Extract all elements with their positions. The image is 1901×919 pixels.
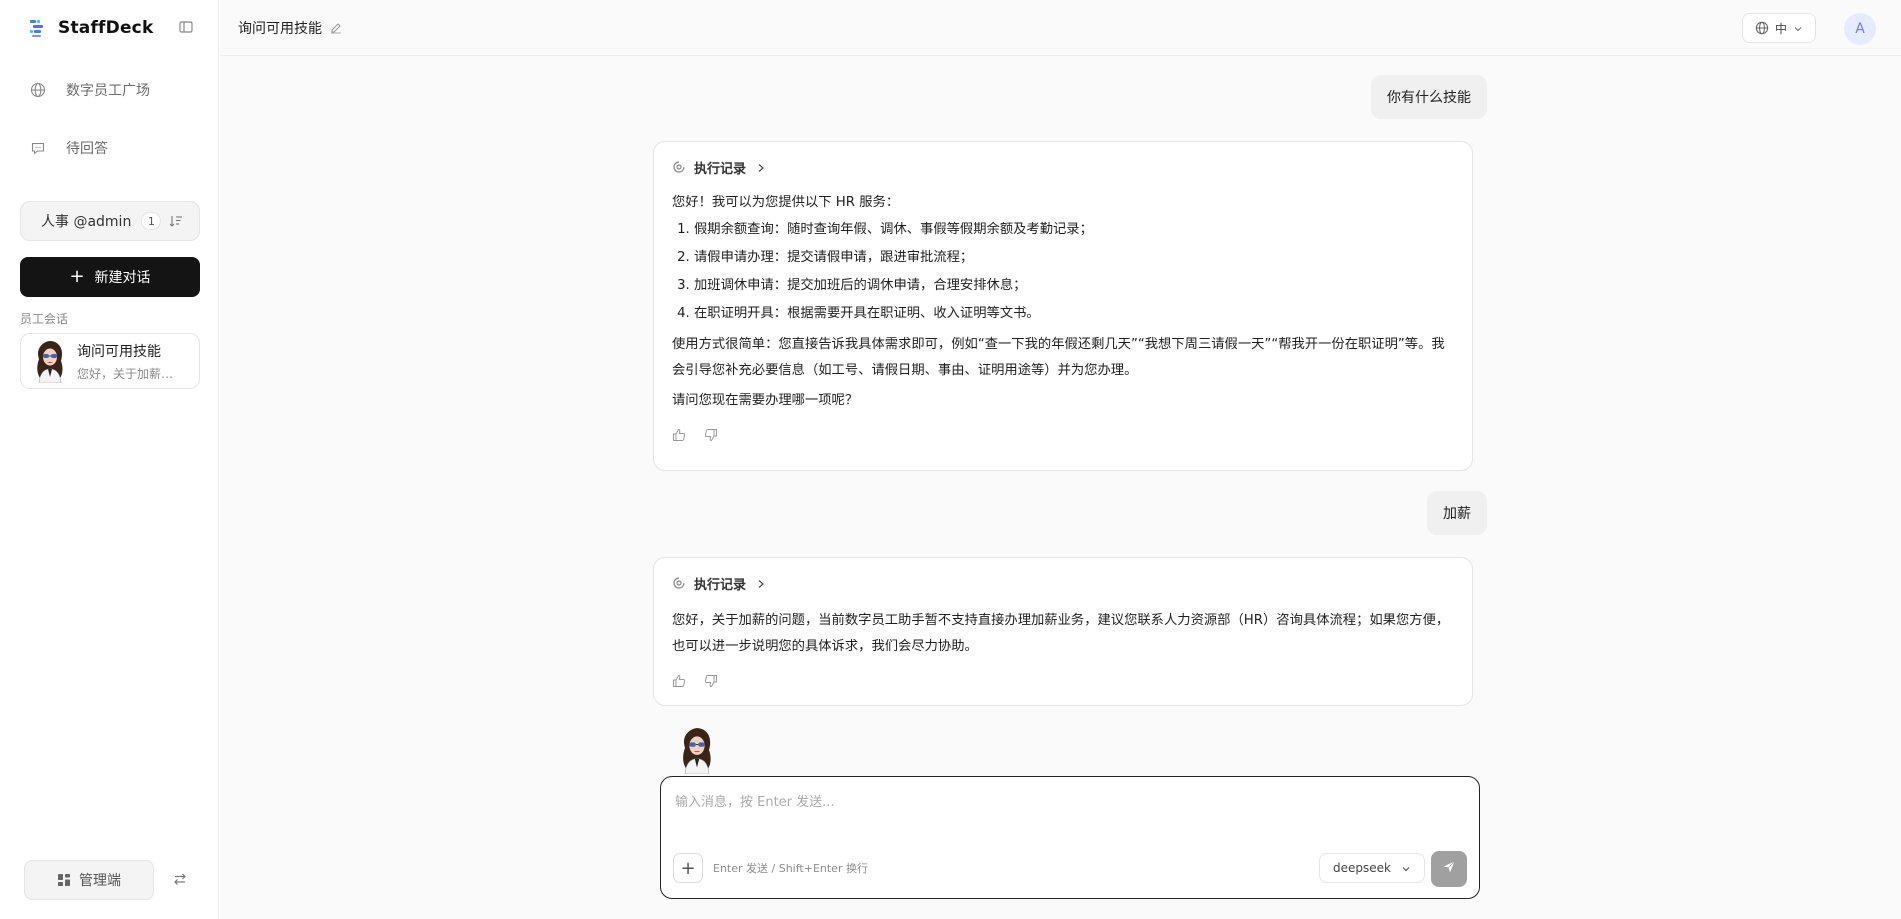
workspace-count-badge: 1 [141, 212, 162, 230]
message-paragraph: 请问您现在需要办理哪一项呢？ [672, 393, 859, 408]
session-title: 询问可用技能 [77, 343, 161, 360]
chat-title: 询问可用技能 [238, 21, 322, 37]
service-list: 假期余额查询：随时查询年假、调休、事假等假期余额及考勤记录； 请假申请办理：提交… [694, 216, 1454, 328]
plus-icon: + [69, 266, 85, 287]
message-input[interactable] [675, 791, 1465, 831]
model-label: deepseek [1333, 861, 1391, 875]
workspace-selector[interactable]: 人事 @admin 1 [20, 201, 200, 241]
app-name: StaffDeck [58, 18, 154, 38]
assistant-message: 执行记录 您好！我可以为您提供以下 HR 服务： 假期余额查询：随时查询年假、调… [653, 141, 1473, 471]
input-hint: Enter 发送 / Shift+Enter 换行 [713, 862, 868, 875]
thumbs-up-icon[interactable] [672, 428, 686, 442]
language-label: 中 [1774, 21, 1787, 36]
plus-icon: + [680, 857, 696, 879]
chevron-down-icon [1793, 23, 1803, 33]
message-paragraph: 您好！我可以为您提供以下 HR 服务： [672, 195, 900, 210]
message-paragraph: 使用方式很简单：您直接告诉我具体需求即可，例如“查一下我的年假还剩几天”“我想下… [672, 337, 1445, 378]
execution-log-label: 执行记录 [694, 577, 747, 593]
brand[interactable]: StaffDeck [28, 16, 153, 40]
sidebar-item-label: 数字员工广场 [66, 83, 150, 99]
sidebar-item-employee-plaza[interactable]: 数字员工广场 [30, 76, 150, 104]
message-composer: + Enter 发送 / Shift+Enter 换行 deepseek [660, 776, 1480, 899]
language-selector[interactable]: 中 [1742, 13, 1816, 43]
thumbs-up-icon[interactable] [672, 674, 686, 688]
switch-arrows-icon[interactable] [172, 871, 188, 887]
thumbs-down-icon[interactable] [704, 674, 718, 688]
assistant-message: 执行记录 您好，关于加薪的问题，当前数字员工助手暂不支持直接办理加薪业务，建议您… [653, 557, 1473, 706]
model-selector[interactable]: deepseek [1319, 853, 1425, 883]
process-icon [672, 576, 686, 590]
chevron-right-icon [756, 578, 766, 588]
admin-console-label: 管理端 [79, 873, 121, 889]
attach-button[interactable]: + [673, 853, 703, 883]
sidebar: StaffDeck 数字员工广场 待回答 人事 @admin 1 + 新建对话 … [0, 0, 219, 919]
chevron-right-icon [756, 162, 766, 172]
session-item[interactable]: 询问可用技能 您好，关于加薪的问题，当前数字员工助手暂不支持直接办理加薪业务 [20, 333, 200, 389]
execution-log-toggle[interactable]: 执行记录 [672, 572, 782, 594]
process-icon [672, 160, 686, 174]
globe-icon [30, 82, 46, 98]
message-paragraph: 您好，关于加薪的问题，当前数字员工助手暂不支持直接办理加薪业务，建议您联系人力资… [672, 613, 1450, 654]
topbar: 询问可用技能 中 A [220, 0, 1901, 56]
send-button[interactable] [1431, 851, 1467, 887]
chat-main: 询问可用技能 中 A 你有什么技能 执行记录 您好！我可以为您提供以下 HR 服… [220, 0, 1901, 919]
thumbs-down-icon[interactable] [704, 428, 718, 442]
chevron-down-icon [1401, 863, 1411, 873]
admin-console-button[interactable]: 管理端 [24, 860, 154, 900]
sort-icon[interactable] [169, 214, 183, 228]
list-item: 加班调休申请：提交加班后的调休申请，合理安排休息； [694, 272, 1454, 300]
sidebar-item-pending-answers[interactable]: 待回答 [30, 134, 108, 162]
sidebar-item-label: 待回答 [66, 141, 108, 157]
new-chat-button[interactable]: + 新建对话 [20, 257, 200, 297]
user-message: 你有什么技能 [1371, 75, 1487, 119]
user-avatar[interactable]: A [1844, 13, 1876, 45]
chat-bubble-icon [30, 140, 46, 156]
send-icon [1442, 860, 1456, 878]
section-label-employee-sessions: 员工会话 [20, 312, 69, 326]
globe-icon [1755, 21, 1769, 35]
staffdeck-logo-icon [28, 18, 48, 38]
agent-avatar [675, 726, 719, 775]
user-message: 加薪 [1427, 491, 1487, 535]
execution-log-toggle[interactable]: 执行记录 [672, 156, 782, 178]
edit-icon[interactable] [330, 22, 342, 34]
session-preview: 您好，关于加薪的问题，当前数字员工助手暂不支持直接办理加薪业务 [77, 366, 185, 381]
workspace-label: 人事 @admin [41, 214, 132, 230]
new-chat-label: 新建对话 [94, 270, 151, 286]
list-item: 请假申请办理：提交请假申请，跟进审批流程； [694, 244, 1454, 272]
sidebar-collapse-icon[interactable] [178, 19, 194, 35]
list-item: 假期余额查询：随时查询年假、调休、事假等假期余额及考勤记录； [694, 216, 1454, 244]
agent-avatar [31, 339, 69, 384]
dashboard-grid-icon [57, 873, 71, 887]
list-item: 在职证明开具：根据需要开具在职证明、收入证明等文书。 [694, 300, 1454, 328]
execution-log-label: 执行记录 [694, 161, 747, 177]
